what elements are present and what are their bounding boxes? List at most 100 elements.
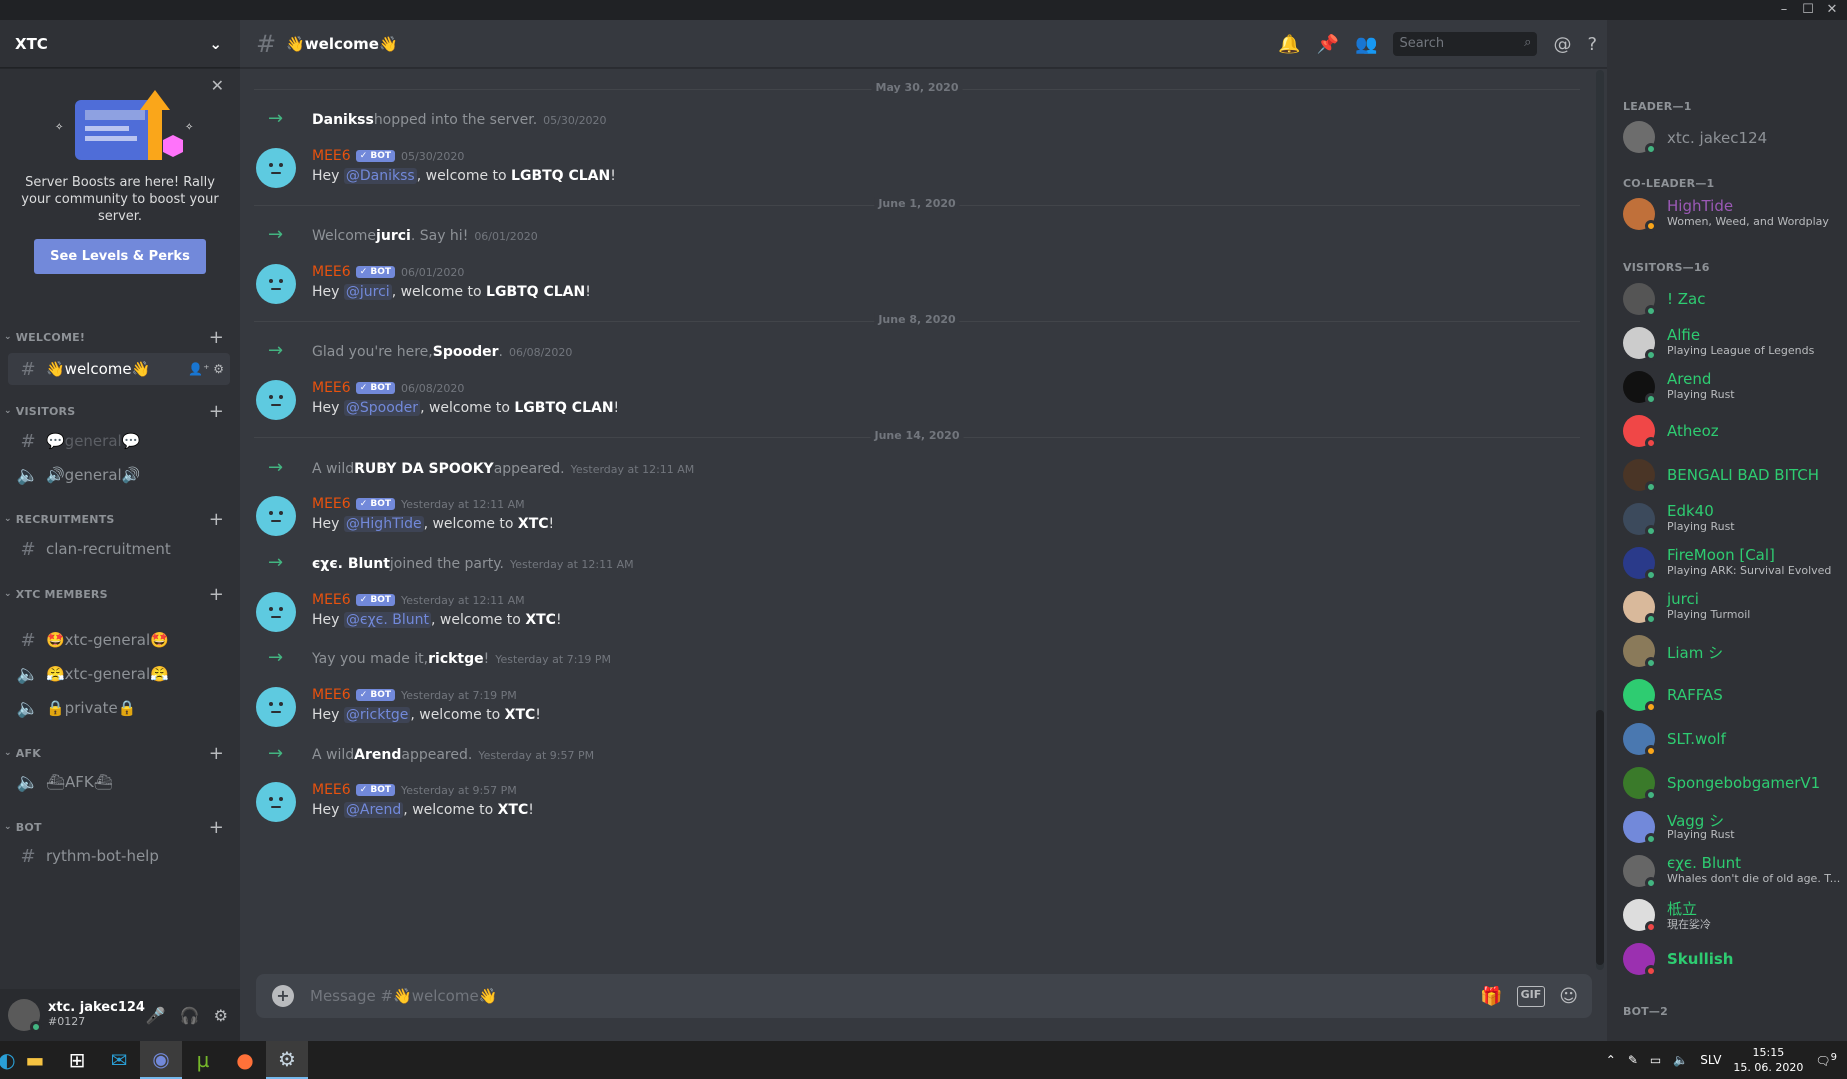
user-mention[interactable]: @Danikss bbox=[343, 168, 417, 184]
scroll-thumb[interactable] bbox=[1596, 710, 1604, 965]
member-item[interactable]: jurci Playing Turmoil bbox=[1623, 586, 1841, 628]
pen-icon[interactable]: ✎ bbox=[1628, 1053, 1638, 1067]
member-item[interactable]: SLT.wolf bbox=[1623, 718, 1841, 760]
language-indicator[interactable]: SLV bbox=[1700, 1053, 1721, 1067]
close-icon[interactable]: ✕ bbox=[211, 76, 224, 95]
user-mention[interactable]: @jurci bbox=[343, 284, 392, 300]
avatar[interactable] bbox=[256, 380, 296, 420]
see-levels-perks-button[interactable]: See Levels & Perks bbox=[34, 239, 206, 274]
member-item[interactable]: RAFFAS bbox=[1623, 674, 1841, 716]
minimize-icon[interactable]: – bbox=[1772, 1, 1796, 19]
scrollbar[interactable] bbox=[1596, 70, 1604, 970]
member-list-icon[interactable]: 👥 bbox=[1355, 34, 1377, 55]
member-item[interactable]: 柢立 現在娑冷 bbox=[1623, 894, 1841, 936]
user-mention[interactable]: @єχє. Blunt bbox=[343, 612, 431, 628]
bell-icon[interactable]: 🔔 bbox=[1278, 34, 1300, 55]
member-item[interactable]: Skullish bbox=[1623, 938, 1841, 980]
member-item[interactable]: xtc. jakec124 bbox=[1623, 116, 1841, 158]
message-input[interactable]: + Message #👋welcome👋 🎁 GIF ☺ bbox=[256, 974, 1592, 1018]
channel-clan-recruitment[interactable]: # clan-recruitment bbox=[8, 533, 230, 565]
author-name[interactable]: MEE6 bbox=[312, 782, 351, 798]
firefox-icon[interactable]: ● bbox=[224, 1041, 266, 1079]
avatar[interactable] bbox=[256, 496, 296, 536]
avatar[interactable] bbox=[256, 592, 296, 632]
user-name[interactable]: ricktge bbox=[428, 651, 484, 667]
user-name[interactable]: Arend bbox=[354, 747, 401, 763]
member-item[interactable]: Atheoz bbox=[1623, 410, 1841, 452]
add-channel-icon[interactable]: + bbox=[209, 401, 224, 422]
channel-general-text[interactable]: # 💬general💬 bbox=[8, 425, 230, 457]
user-mention[interactable]: @ricktge bbox=[343, 707, 411, 723]
avatar[interactable] bbox=[8, 999, 42, 1033]
user-name[interactable]: RUBY DA SPOOKY bbox=[354, 461, 494, 477]
member-item[interactable]: FireMoon [Cal] Playing ARK: Survival Evol… bbox=[1623, 542, 1841, 584]
member-item[interactable]: єχє. Blunt Whales don't die of old age. T… bbox=[1623, 850, 1841, 892]
file-explorer-icon[interactable]: ▬ bbox=[14, 1041, 56, 1079]
mute-mic-icon[interactable]: 🎤 bbox=[146, 1006, 166, 1025]
add-channel-icon[interactable]: + bbox=[209, 817, 224, 838]
user-mention[interactable]: @Arend bbox=[343, 802, 404, 818]
member-item[interactable]: Arend Playing Rust bbox=[1623, 366, 1841, 408]
author-name[interactable]: MEE6 bbox=[312, 687, 351, 703]
deafen-icon[interactable]: 🎧 bbox=[180, 1006, 200, 1025]
add-channel-icon[interactable]: + bbox=[209, 509, 224, 530]
mention-icon[interactable]: @ bbox=[1553, 34, 1571, 55]
member-item[interactable]: ! Zac bbox=[1623, 278, 1841, 320]
member-item[interactable]: Liam シ bbox=[1623, 630, 1841, 672]
volume-icon[interactable]: 🔈 bbox=[1673, 1053, 1688, 1067]
author-name[interactable]: MEE6 bbox=[312, 496, 351, 512]
member-item[interactable]: Alfie Playing League of Legends bbox=[1623, 322, 1841, 364]
author-name[interactable]: MEE6 bbox=[312, 380, 351, 396]
server-header[interactable]: XTC ⌄ bbox=[0, 20, 240, 68]
upload-plus-icon[interactable]: + bbox=[272, 985, 294, 1007]
member-item[interactable]: HighTide Women, Weed, and Wordplay bbox=[1623, 193, 1841, 235]
pin-icon[interactable]: 📌 bbox=[1317, 34, 1339, 55]
category-afk[interactable]: ⌄ AFK + bbox=[0, 742, 240, 764]
author-name[interactable]: MEE6 bbox=[312, 592, 351, 608]
gear-icon[interactable]: ⚙ bbox=[214, 1006, 228, 1025]
channel-private[interactable]: 🔈 🔒private🔒 bbox=[8, 692, 230, 724]
author-name[interactable]: MEE6 bbox=[312, 264, 351, 280]
help-icon[interactable]: ? bbox=[1587, 34, 1597, 55]
notification-icon[interactable]: 🗨9 bbox=[1815, 1052, 1837, 1068]
emoji-icon[interactable]: ☺ bbox=[1559, 986, 1578, 1007]
user-mention[interactable]: @HighTide bbox=[343, 516, 424, 532]
category-xtc-members[interactable]: ⌄ XTC MEMBERS + bbox=[0, 583, 240, 605]
maximize-icon[interactable]: ☐ bbox=[1796, 1, 1820, 19]
channel-general-voice[interactable]: 🔈 🔊general🔊 bbox=[8, 459, 230, 491]
add-channel-icon[interactable]: + bbox=[209, 327, 224, 348]
channel-rythm-bot-help[interactable]: # rythm-bot-help bbox=[8, 840, 230, 872]
network-icon[interactable]: ▭ bbox=[1650, 1053, 1661, 1067]
member-item[interactable]: SpongebobgamerV1 bbox=[1623, 762, 1841, 804]
category-recruitments[interactable]: ⌄ RECRUITMENTS + bbox=[0, 508, 240, 530]
add-channel-icon[interactable]: + bbox=[209, 584, 224, 605]
edge-icon[interactable]: ◐ bbox=[0, 1041, 16, 1079]
chevron-down-icon[interactable]: ⌄ bbox=[209, 35, 222, 53]
clock[interactable]: 15:15 15. 06. 2020 bbox=[1733, 1045, 1803, 1075]
store-icon[interactable]: ⊞ bbox=[56, 1041, 98, 1079]
user-name[interactable]: єχє. Blunt bbox=[312, 556, 390, 572]
user-name[interactable]: jurci bbox=[376, 228, 411, 244]
category-welcome[interactable]: ⌄ WELCOME! + bbox=[0, 326, 240, 348]
member-item[interactable]: BENGALI BAD BITCH bbox=[1623, 454, 1841, 496]
avatar[interactable] bbox=[256, 148, 296, 188]
utorrent-icon[interactable]: µ bbox=[182, 1041, 224, 1079]
steam-icon[interactable]: ⚙ bbox=[266, 1041, 308, 1079]
avatar[interactable] bbox=[256, 782, 296, 822]
channel-welcome[interactable]: # 👋welcome👋 👤⁺ ⚙ bbox=[8, 353, 230, 385]
avatar[interactable] bbox=[256, 264, 296, 304]
add-channel-icon[interactable]: + bbox=[209, 743, 224, 764]
category-visitors[interactable]: ⌄ VISITORS + bbox=[0, 400, 240, 422]
channel-afk[interactable]: 🔈 ⛴AFK⛴ bbox=[8, 766, 230, 798]
avatar[interactable] bbox=[256, 687, 296, 727]
author-name[interactable]: MEE6 bbox=[312, 148, 351, 164]
user-name[interactable]: Spooder bbox=[433, 344, 499, 360]
close-window-icon[interactable]: ✕ bbox=[1820, 1, 1844, 19]
mail-icon[interactable]: ✉ bbox=[98, 1041, 140, 1079]
category-bot[interactable]: ⌄ BOT + bbox=[0, 816, 240, 838]
discord-icon[interactable]: ◉ bbox=[140, 1041, 182, 1079]
gif-icon[interactable]: GIF bbox=[1516, 985, 1546, 1007]
gift-icon[interactable]: 🎁 bbox=[1480, 986, 1502, 1007]
chevron-up-icon[interactable]: ⌃ bbox=[1606, 1053, 1616, 1067]
search-input[interactable]: Search ⌕ bbox=[1393, 32, 1538, 56]
